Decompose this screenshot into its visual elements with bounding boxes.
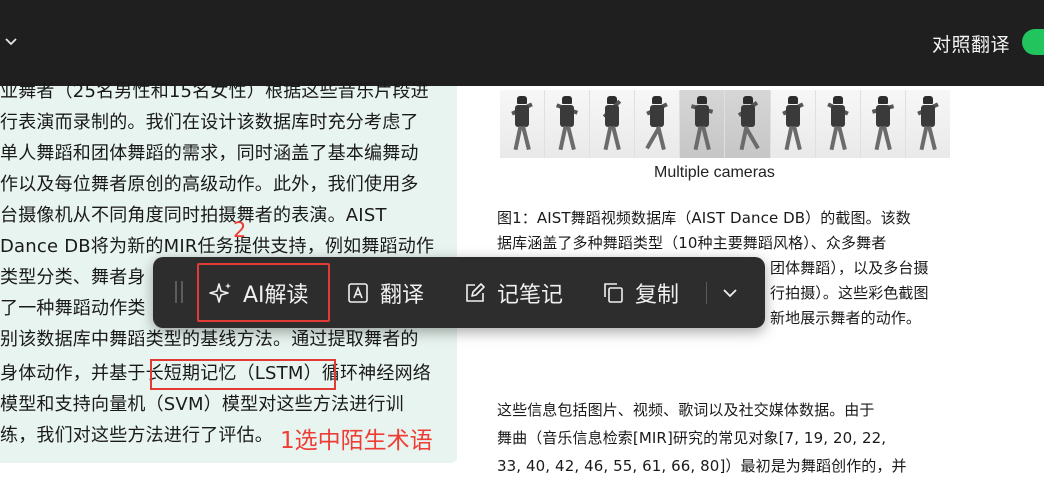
copy-label: 复制: [635, 283, 680, 308]
translation-line[interactable]: 作以及每位舞者原创的高级动作。此外，我们使用多: [0, 173, 419, 197]
dancer-photo: [680, 90, 726, 158]
dancer-photo: [860, 90, 906, 158]
copy-button[interactable]: 复制: [601, 275, 679, 311]
translate-icon: [348, 283, 368, 303]
translation-line[interactable]: 台摄像机从不同角度同时拍摄舞者的表演。AIST: [0, 204, 387, 228]
translation-line[interactable]: 业舞者（25名男性和15名女性）根据这些音乐片段进: [0, 80, 429, 104]
original-line[interactable]: 新地展示舞者的动作。: [770, 306, 921, 331]
translation-line[interactable]: 类型分类、舞者身: [0, 266, 146, 290]
translation-line[interactable]: Dance DB将为新的MIR任务提供支持，例如舞蹈动作: [0, 235, 434, 259]
translation-line[interactable]: 了一种舞蹈动作类: [0, 297, 146, 321]
dancer-photo: [770, 90, 816, 158]
translation-line[interactable]: 单人舞蹈和团体舞蹈的需求，同时涵盖了基本编舞动: [0, 142, 419, 166]
step2-annotation: 2: [233, 218, 247, 242]
selected-term-highlight: [150, 359, 336, 390]
original-line[interactable]: 团体舞蹈），以及多台摄: [770, 256, 929, 281]
original-line[interactable]: 行拍摄）。这些彩色截图: [770, 281, 929, 306]
original-line[interactable]: 这些信息包括图片、视频、歌词以及社交媒体数据。由于: [497, 398, 875, 423]
translation-line[interactable]: 模型和支持向量机（SVM）模型对这些方法进行训: [0, 393, 404, 417]
figure-caption: Multiple cameras: [654, 164, 775, 181]
original-line[interactable]: 图1：AIST舞蹈视频数据库（AIST Dance DB）的截图。该数: [497, 206, 911, 231]
dancer-photo: [635, 90, 681, 158]
translation-line[interactable]: 练，我们对这些方法进行了评估。: [0, 424, 273, 448]
compare-translation-toggle[interactable]: [1022, 29, 1044, 55]
copy-icon: [604, 283, 623, 303]
toolbar-divider: [706, 282, 707, 304]
translation-line[interactable]: 别该数据库中舞蹈类型的基线方法。通过提取舞者的: [0, 328, 419, 352]
translate-label: 翻译: [380, 283, 425, 308]
dance-photo-strip: [500, 90, 950, 158]
chevron-down-icon[interactable]: [719, 282, 741, 304]
dancer-photo: [500, 90, 546, 158]
ai-button-highlight: [197, 263, 330, 322]
dancer-photo: [590, 90, 636, 158]
dancer-photo: [725, 90, 771, 158]
step1-annotation: 1选中陌生术语: [280, 428, 433, 454]
dancer-photo: [815, 90, 861, 158]
dancer-photo: [545, 90, 591, 158]
translation-line[interactable]: 行表演而录制的。我们在设计该数据库时充分考虑了: [0, 111, 419, 135]
dancer-photo: [905, 90, 950, 158]
edit-note-icon: [466, 283, 485, 302]
drag-handle[interactable]: [175, 281, 183, 303]
original-line[interactable]: 据库涵盖了多种舞蹈类型（10种主要舞蹈风格）、众多舞者: [497, 231, 886, 256]
take-notes-button[interactable]: 记笔记: [463, 275, 563, 311]
translate-button[interactable]: 翻译: [346, 275, 424, 311]
top-bar: 对照翻译: [0, 0, 1044, 86]
compare-translation-label[interactable]: 对照翻译: [932, 30, 1010, 57]
chevron-down-icon[interactable]: [3, 33, 19, 49]
original-line[interactable]: 33, 40, 42, 46, 55, 61, 66, 80]）最初是为舞蹈创作…: [497, 454, 907, 477]
take-notes-label: 记笔记: [497, 283, 564, 308]
original-line[interactable]: 舞曲（音乐信息检索[MIR]研究的常见对象[7, 19, 20, 22,: [497, 426, 886, 451]
